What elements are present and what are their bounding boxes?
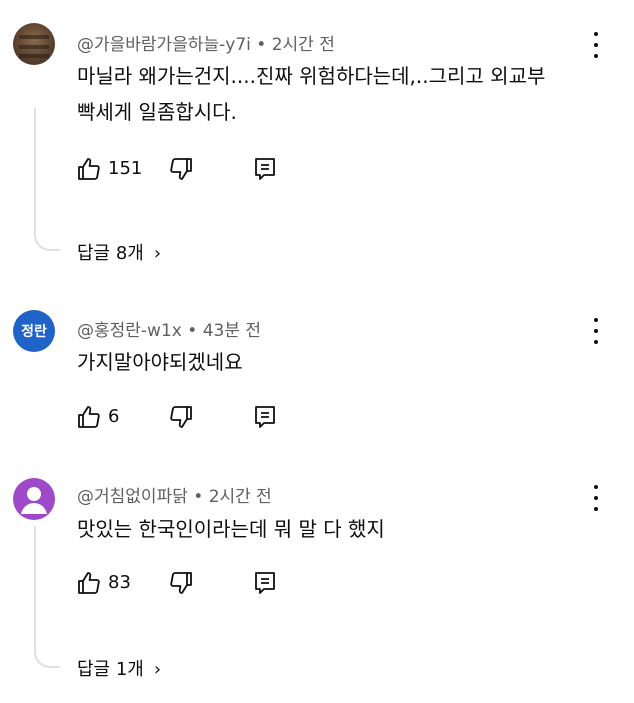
author-name[interactable]: @거침없이파닭 [77, 487, 188, 507]
more-vertical-icon[interactable] [588, 485, 604, 511]
comment-line: 마닐라 왜가는건지....진짜 위험하다는데,..그리고 외교부 [77, 64, 546, 88]
comment-meta: @가을바람가을하늘-y7i • 2시간 전 [77, 30, 335, 55]
like-count: 83 [108, 572, 131, 593]
view-replies-button[interactable]: 답글 1개 › [77, 655, 161, 681]
separator: • [187, 487, 209, 507]
like-count: 6 [108, 406, 120, 427]
avatar[interactable] [13, 23, 55, 65]
more-vertical-icon[interactable] [588, 32, 604, 58]
avatar[interactable]: 정란 [13, 310, 55, 352]
dislike-icon[interactable] [168, 570, 194, 596]
reply-icon[interactable] [252, 156, 278, 182]
separator: • [250, 35, 272, 55]
thread-line [34, 526, 60, 668]
comment-text: 가지말아야되겠네요 [77, 344, 597, 380]
dislike-icon[interactable] [168, 156, 194, 182]
author-name[interactable]: @홍정란-w1x [77, 321, 182, 341]
comment-meta: @거침없이파닭 • 2시간 전 [77, 482, 272, 507]
comment-text: 마닐라 왜가는건지....진짜 위험하다는데,..그리고 외교부 빡세게 일좀합… [77, 58, 597, 130]
timestamp: 43분 전 [202, 321, 262, 341]
like-icon[interactable] [76, 570, 102, 596]
comment-line: 맛있는 한국인이라는데 뭐 말 다 했지 [77, 517, 385, 541]
like-count: 151 [108, 158, 143, 179]
comment-line: 빡세게 일좀합시다. [77, 100, 237, 124]
chevron-right-icon: › [153, 659, 162, 680]
author-name[interactable]: @가을바람가을하늘-y7i [77, 35, 251, 55]
comment-actions: 83 [76, 570, 296, 598]
like-icon[interactable] [76, 404, 102, 430]
comment-actions: 151 [76, 156, 296, 184]
chevron-right-icon: › [153, 243, 162, 264]
view-replies-button[interactable]: 답글 8개 › [77, 239, 161, 265]
reply-icon[interactable] [252, 570, 278, 596]
reply-icon[interactable] [252, 404, 278, 430]
replies-label: 답글 8개 [77, 243, 144, 264]
thread-line [34, 108, 60, 251]
avatar[interactable] [13, 478, 55, 520]
avatar-initials: 정란 [21, 324, 47, 340]
comment-text: 맛있는 한국인이라는데 뭐 말 다 했지 [77, 511, 597, 547]
more-vertical-icon[interactable] [588, 318, 604, 344]
comment-actions: 6 [76, 404, 296, 432]
like-icon[interactable] [76, 156, 102, 182]
dislike-icon[interactable] [168, 404, 194, 430]
default-user-icon [21, 487, 47, 514]
comment-line: 가지말아야되겠네요 [77, 350, 243, 374]
timestamp: 2시간 전 [271, 35, 335, 55]
comment-meta: @홍정란-w1x • 43분 전 [77, 316, 261, 341]
timestamp: 2시간 전 [208, 487, 272, 507]
separator: • [181, 321, 203, 341]
replies-label: 답글 1개 [77, 659, 144, 680]
